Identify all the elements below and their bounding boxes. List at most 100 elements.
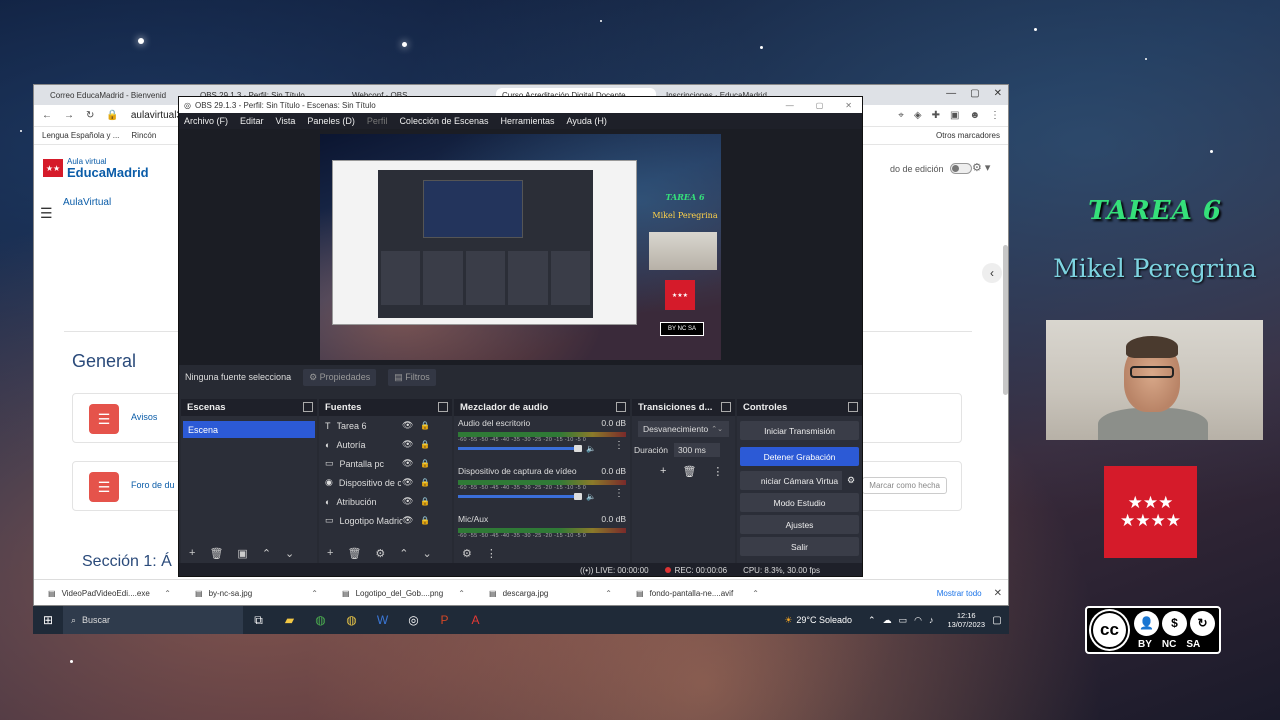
extension-icon[interactable]: ◈ — [914, 110, 922, 121]
back-icon[interactable]: ← — [42, 110, 52, 121]
eye-icon[interactable]: 👁 — [402, 496, 413, 507]
lock-icon[interactable]: 🔒 — [420, 478, 430, 487]
undock-icon[interactable] — [616, 402, 626, 412]
undock-icon[interactable] — [303, 402, 313, 412]
lock-icon[interactable]: 🔒 — [420, 440, 430, 449]
breadcrumb[interactable]: AulaVirtual — [63, 197, 111, 208]
settings-gear-icon[interactable]: ⚙ ▾ — [972, 161, 990, 174]
network-icon[interactable]: ☁ — [883, 615, 892, 626]
powerpoint-icon[interactable]: P — [429, 613, 460, 627]
source-item[interactable]: ▭ Pantalla pc 👁 🔒 — [319, 454, 452, 473]
add-icon[interactable]: + — [660, 465, 666, 478]
system-clock[interactable]: 12:16 13/07/2023 — [947, 611, 985, 629]
download-item[interactable]: ▤ fondo-pantalla-ne....avif ⌃ — [622, 589, 769, 598]
more-options-icon[interactable]: ⋮ — [614, 488, 624, 499]
menu-icon[interactable]: ⋮ — [990, 110, 1000, 121]
word-icon[interactable]: W — [367, 613, 398, 627]
obs-preview-canvas[interactable]: TAREA 6 Mikel Peregrina ★★★ BY NC SA — [320, 134, 721, 360]
move-up-icon[interactable]: ⌃ — [262, 547, 271, 560]
scrollbar[interactable] — [1003, 245, 1008, 395]
download-item[interactable]: ▤ Logotipo_del_Gob....png ⌃ — [328, 589, 475, 598]
undock-icon[interactable] — [848, 402, 858, 412]
speaker-icon[interactable]: ♪ — [929, 615, 934, 626]
extension-icon[interactable]: ▣ — [950, 110, 959, 121]
menu-paneles[interactable]: Paneles (D) — [307, 116, 355, 126]
minimize-icon[interactable]: — — [786, 101, 794, 110]
bookmark-item[interactable]: Lengua Española y ... — [42, 131, 119, 140]
menu-vista[interactable]: Vista — [276, 116, 296, 126]
menu-archivo[interactable]: Archivo (F) — [184, 116, 228, 126]
download-item[interactable]: ▤ descarga.jpg ⌃ — [475, 589, 622, 598]
source-item[interactable]: ◐ Autoría 👁 🔒 — [319, 435, 452, 454]
lock-icon[interactable]: 🔒 — [420, 516, 430, 525]
menu-perfil[interactable]: Perfil — [367, 116, 388, 126]
transition-select[interactable]: Desvanecimiento — [638, 421, 729, 437]
trash-icon[interactable]: 🗑 — [347, 547, 361, 560]
close-icon[interactable]: ✕ — [994, 588, 1002, 599]
move-up-icon[interactable]: ⌃ — [399, 547, 408, 560]
source-item[interactable]: T Tarea 6 👁 🔒 — [319, 416, 452, 435]
reload-icon[interactable]: ↻ — [86, 110, 94, 121]
hamburger-menu-icon[interactable]: ☰ — [40, 205, 53, 222]
move-down-icon[interactable]: ⌄ — [423, 547, 432, 560]
studio-mode-button[interactable]: Modo Estudio — [740, 493, 859, 512]
start-virtual-camera-button[interactable]: niciar Cámara Virtua ⚙ — [740, 471, 860, 490]
show-all-downloads-link[interactable]: Mostrar todo — [937, 589, 982, 598]
settings-button[interactable]: Ajustes — [740, 515, 859, 534]
chrome-icon[interactable]: ◍ — [305, 613, 336, 627]
windows-start-icon[interactable]: ⊞ — [33, 613, 63, 627]
taskbar-search[interactable]: ⌕ Buscar — [63, 606, 243, 634]
eye-icon[interactable]: 👁 — [402, 420, 413, 431]
eye-icon[interactable]: 👁 — [402, 477, 413, 488]
source-item[interactable]: ▭ Logotipo Madric 👁 🔒 — [319, 511, 452, 530]
properties-button[interactable]: ⚙ Propiedades — [303, 368, 377, 386]
download-item[interactable]: ▤ by-nc-sa.jpg ⌃ — [181, 589, 328, 598]
duration-spinbox[interactable]: 300 ms — [674, 443, 721, 457]
educamadrid-logo[interactable]: ★★ Aula virtual EducaMadrid — [43, 157, 149, 179]
notification-icon[interactable]: ▢ — [985, 615, 1009, 626]
menu-coleccion-escenas[interactable]: Colección de Escenas — [399, 116, 488, 126]
gear-icon[interactable]: ⚙ — [375, 547, 385, 560]
wifi-icon[interactable]: ◠ — [914, 615, 922, 626]
obs-icon[interactable]: ◎ — [398, 613, 429, 627]
lock-icon[interactable]: 🔒 — [420, 459, 430, 468]
task-view-icon[interactable]: ⧉ — [243, 613, 274, 628]
download-item[interactable]: ▤ VideoPadVideoEdi....exe ⌃ — [34, 589, 181, 598]
speaker-icon[interactable]: 🔈 — [586, 444, 596, 453]
file-explorer-icon[interactable]: ▰ — [274, 613, 305, 627]
exit-button[interactable]: Salir — [740, 537, 859, 556]
lock-icon[interactable]: 🔒 — [420, 421, 430, 430]
trash-icon[interactable]: 🗑 — [209, 547, 223, 560]
volume-slider[interactable] — [458, 493, 582, 500]
collapse-drawer-icon[interactable]: ‹ — [982, 263, 1002, 283]
mark-done-button[interactable]: Marcar como hecha — [862, 477, 947, 494]
forward-icon[interactable]: → — [64, 110, 74, 121]
add-icon[interactable]: + — [189, 547, 195, 559]
extension-icon[interactable]: ✚ — [932, 110, 940, 121]
trash-icon[interactable]: 🗑 — [682, 465, 696, 478]
edit-mode-toggle[interactable]: do de edición — [890, 163, 972, 174]
filters-button[interactable]: ▤ Filtros — [388, 368, 436, 386]
stop-recording-button[interactable]: Detener Grabación — [740, 447, 859, 466]
add-icon[interactable]: + — [327, 547, 333, 559]
menu-editar[interactable]: Editar — [240, 116, 264, 126]
undock-icon[interactable] — [438, 402, 448, 412]
acrobat-icon[interactable]: A — [460, 613, 491, 627]
other-bookmarks[interactable]: Otros marcadores — [936, 131, 1000, 140]
gear-icon[interactable]: ⚙ — [462, 547, 472, 560]
browser-tab[interactable]: Correo EducaMadrid - Bienvenid — [44, 88, 190, 105]
weather-widget[interactable]: ☀ 29°C Soleado — [784, 615, 852, 626]
profile-icon[interactable]: ☻ — [969, 110, 980, 121]
start-streaming-button[interactable]: Iniciar Transmisión — [740, 421, 859, 440]
more-options-icon[interactable]: ⋮ — [614, 440, 624, 451]
scene-item[interactable]: Escena — [183, 421, 315, 438]
source-item[interactable]: ◐ Atribución 👁 🔒 — [319, 492, 452, 511]
more-options-icon[interactable]: ⋮ — [712, 465, 723, 478]
eye-icon[interactable]: 👁 — [402, 458, 413, 469]
maximize-icon[interactable]: ▢ — [816, 101, 824, 110]
source-item[interactable]: ◉ Dispositivo de c 👁 🔒 — [319, 473, 452, 492]
chevron-up-icon[interactable]: ⌃ — [868, 615, 876, 626]
eye-icon[interactable]: 👁 — [402, 515, 413, 526]
move-down-icon[interactable]: ⌄ — [285, 547, 294, 560]
battery-icon[interactable]: ▭ — [899, 615, 908, 626]
